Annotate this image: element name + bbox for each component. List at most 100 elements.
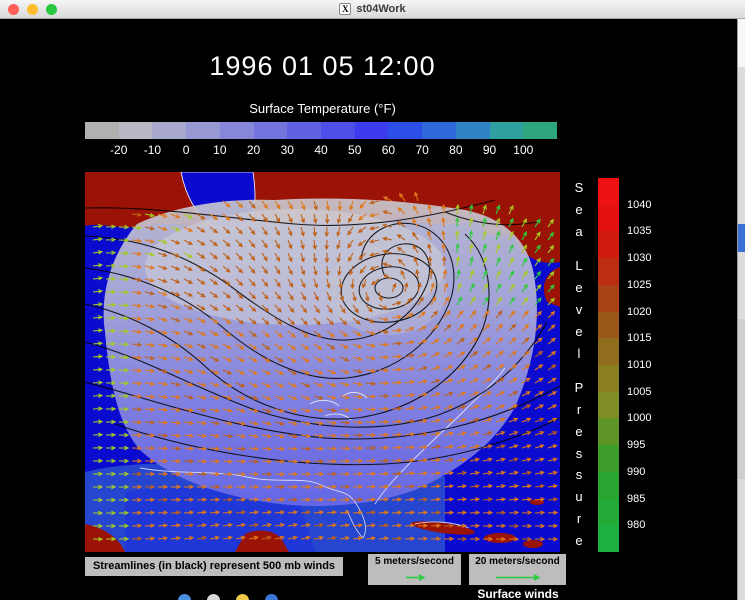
temp-color-segment	[220, 122, 254, 139]
temp-tick-label: 80	[449, 143, 462, 157]
pressure-colorbar	[598, 178, 619, 552]
pressure-tick-label: 980	[627, 519, 645, 531]
minimize-button[interactable]	[27, 4, 38, 15]
pressure-tick-label: 1010	[627, 359, 651, 371]
temp-color-segment	[254, 122, 288, 139]
temp-tick-label: 70	[415, 143, 428, 157]
background-window-blue-block	[738, 224, 745, 252]
temp-tick-label: -20	[110, 143, 127, 157]
dock-icon[interactable]	[207, 594, 220, 600]
pressure-tick-label: 1020	[627, 306, 651, 318]
window-title-text: st04Work	[356, 3, 405, 15]
pressure-tick-label: 1040	[627, 199, 651, 211]
temp-color-segment	[355, 122, 389, 139]
slp-title-letter: u	[575, 489, 582, 504]
close-button[interactable]	[8, 4, 19, 15]
slp-title-letter: e	[575, 324, 582, 339]
pressure-color-segment	[598, 178, 619, 205]
temp-tick-label: 30	[281, 143, 294, 157]
slp-title-letter: S	[575, 180, 584, 195]
pressure-color-segment	[598, 392, 619, 419]
pressure-color-segment	[598, 472, 619, 499]
pressure-tick-label: 985	[627, 493, 645, 505]
temp-color-segment	[422, 122, 456, 139]
pressure-color-segment	[598, 231, 619, 258]
dock-icons-peek	[178, 594, 278, 600]
pressure-tick-label: 1005	[627, 386, 651, 398]
slp-title-letter: e	[575, 280, 582, 295]
temp-color-segment	[119, 122, 153, 139]
map-svg	[85, 172, 560, 552]
wind-legend-20ms-label: 20 meters/second	[475, 556, 560, 567]
slp-title-letter: P	[575, 380, 584, 395]
temp-color-segment	[85, 122, 119, 139]
background-window-sliver[interactable]	[737, 19, 745, 600]
app-content: 1996 01 05 12:00 Surface Temperature (°F…	[0, 19, 745, 600]
temp-color-segment	[523, 122, 557, 139]
temp-colorbar-labels: -20 -10 0 10 20 30 40 50 60 70 80 90 100	[85, 143, 557, 158]
dock-icon[interactable]	[178, 594, 191, 600]
temp-tick-label: 50	[348, 143, 361, 157]
datetime-title: 1996 01 05 12:00	[85, 51, 560, 82]
temp-tick-label: 60	[382, 143, 395, 157]
pressure-tick-label: 1025	[627, 279, 651, 291]
pressure-tick-label: 1015	[627, 332, 651, 344]
temp-color-segment	[388, 122, 422, 139]
slp-title-letter: v	[576, 302, 583, 317]
temp-color-segment	[456, 122, 490, 139]
slp-title-letter: l	[578, 346, 581, 361]
pressure-tick-label: 990	[627, 466, 645, 478]
slp-title-letter: a	[575, 224, 582, 239]
slp-title-letter: r	[577, 402, 581, 417]
slp-title-letter: r	[577, 511, 581, 526]
pressure-color-segment	[598, 365, 619, 392]
temp-tick-label: 90	[483, 143, 496, 157]
temp-color-segment	[287, 122, 321, 139]
dock-icon[interactable]	[236, 594, 249, 600]
background-window-mid-block	[738, 319, 745, 479]
pressure-tick-label: 995	[627, 439, 645, 451]
temp-colorbar	[85, 122, 557, 139]
temp-color-segment	[490, 122, 524, 139]
pressure-colorbar-labels: 1040103510301025102010151010100510009959…	[627, 178, 667, 552]
temp-tick-label: 0	[183, 143, 190, 157]
wind-legend-5ms: 5 meters/second	[368, 554, 461, 585]
temp-tick-label: -10	[144, 143, 161, 157]
pressure-color-segment	[598, 445, 619, 472]
temp-tick-label: 100	[513, 143, 533, 157]
temp-tick-label: 20	[247, 143, 260, 157]
temp-color-segment	[321, 122, 355, 139]
temp-color-segment	[152, 122, 186, 139]
pressure-color-segment	[598, 312, 619, 339]
streamlines-caption: Streamlines (in black) represent 500 mb …	[85, 557, 343, 576]
temp-tick-label: 40	[314, 143, 327, 157]
window-titlebar[interactable]: X st04Work	[0, 0, 745, 19]
screen: X st04Work 1996 01 05 12:00 Surface Temp…	[0, 0, 745, 600]
background-window-top	[738, 19, 745, 67]
pressure-color-segment	[598, 205, 619, 232]
slp-title-letter: e	[575, 424, 582, 439]
pressure-color-segment	[598, 285, 619, 312]
wind-legend-20ms: 20 meters/second	[469, 554, 566, 585]
pressure-tick-label: 1030	[627, 252, 651, 264]
temp-color-segment	[186, 122, 220, 139]
slp-title-letter: s	[576, 446, 583, 461]
slp-title-letter: L	[575, 258, 582, 273]
slp-title-letter: e	[575, 202, 582, 217]
wind-legend-5ms-label: 5 meters/second	[375, 556, 454, 567]
pressure-color-segment	[598, 338, 619, 365]
pressure-tick-label: 1035	[627, 225, 651, 237]
traffic-lights	[8, 4, 57, 15]
pressure-color-segment	[598, 499, 619, 526]
temp-tick-label: 10	[213, 143, 226, 157]
zoom-button[interactable]	[46, 4, 57, 15]
temp-legend-title: Surface Temperature (°F)	[85, 101, 560, 116]
pressure-color-segment	[598, 525, 619, 552]
surface-winds-label: Surface winds	[443, 587, 593, 600]
wind-arrow-5ms-icon	[395, 573, 435, 582]
slp-title-vertical: SeaLevelPressure	[570, 180, 588, 548]
dock-icon[interactable]	[265, 594, 278, 600]
pressure-color-segment	[598, 418, 619, 445]
slp-title-letter: e	[575, 533, 582, 548]
wind-arrow-20ms-icon	[492, 573, 544, 582]
